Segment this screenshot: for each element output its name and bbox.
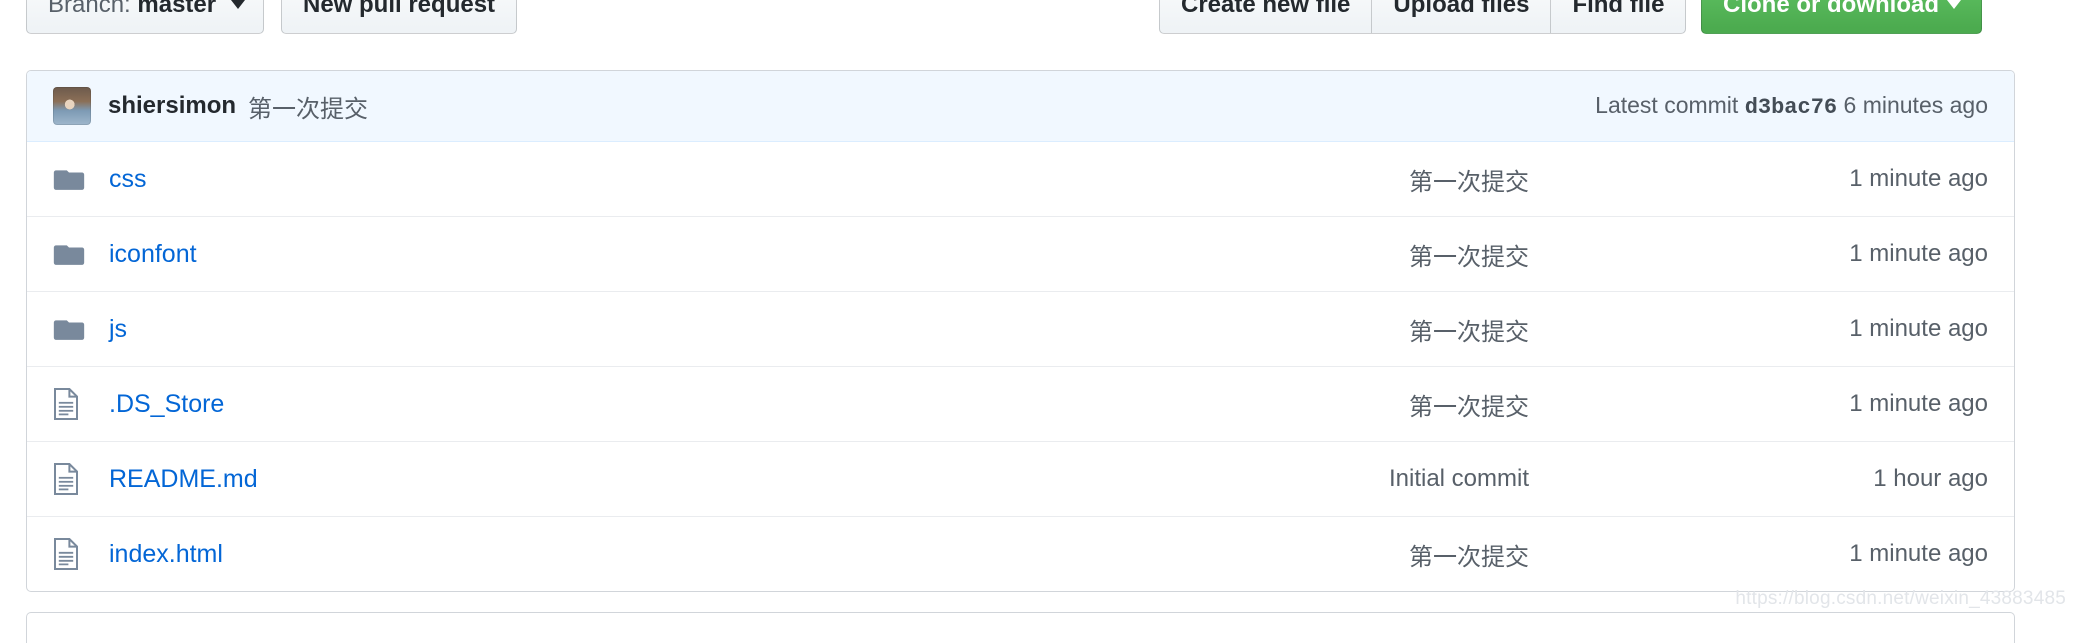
file-name-cell: README.md bbox=[53, 463, 889, 495]
file-age: 1 minute ago bbox=[1849, 540, 1988, 567]
branch-name: master bbox=[137, 0, 217, 18]
commit-age: 6 minutes ago bbox=[1843, 92, 1988, 118]
latest-commit-label: Latest commit bbox=[1595, 92, 1739, 118]
repo-action-button-group: Create new file Upload files Find file bbox=[1159, 0, 1687, 34]
branch-label: Branch: bbox=[48, 0, 131, 18]
file-link[interactable]: README.md bbox=[109, 465, 258, 494]
file-commit-message[interactable]: Initial commit bbox=[889, 465, 1535, 493]
chevron-down-icon bbox=[230, 0, 245, 9]
table-row[interactable]: css 第一次提交 1 minute ago bbox=[27, 142, 2014, 216]
table-row[interactable]: index.html 第一次提交 1 minute ago bbox=[27, 516, 2014, 591]
commit-author[interactable]: shiersimon bbox=[108, 92, 236, 120]
file-link[interactable]: index.html bbox=[109, 540, 223, 569]
file-commit-message[interactable]: 第一次提交 bbox=[889, 387, 1535, 422]
commit-sha[interactable]: d3bac76 bbox=[1745, 95, 1837, 120]
file-age: 1 minute ago bbox=[1849, 240, 1988, 267]
file-link[interactable]: .DS_Store bbox=[109, 390, 224, 419]
latest-commit-meta: Latest commit d3bac76 6 minutes ago bbox=[1595, 92, 1988, 120]
repo-toolbar: Branch: master New pull request Create n… bbox=[0, 0, 2088, 40]
file-rows: css 第一次提交 1 minute ago iconfont 第一次提交 1 … bbox=[27, 142, 2014, 591]
readme-container bbox=[26, 612, 2015, 643]
folder-icon bbox=[53, 166, 87, 192]
chevron-down-icon bbox=[1947, 0, 1961, 9]
file-name-cell: index.html bbox=[53, 538, 889, 570]
table-row[interactable]: js 第一次提交 1 minute ago bbox=[27, 291, 2014, 366]
file-icon bbox=[53, 538, 87, 570]
branch-selector-button[interactable]: Branch: master bbox=[26, 0, 264, 34]
create-new-file-button[interactable]: Create new file bbox=[1159, 0, 1372, 34]
file-link[interactable]: css bbox=[109, 165, 147, 194]
file-name-cell: iconfont bbox=[53, 240, 889, 269]
folder-icon bbox=[53, 316, 87, 342]
file-list-container: shiersimon 第一次提交 Latest commit d3bac76 6… bbox=[26, 70, 2015, 592]
folder-icon bbox=[53, 241, 87, 267]
repository-file-browser: Branch: master New pull request Create n… bbox=[0, 0, 2088, 643]
clone-or-download-label: Clone or download bbox=[1723, 0, 1939, 18]
file-age: 1 minute ago bbox=[1849, 315, 1988, 342]
file-age: 1 minute ago bbox=[1849, 390, 1988, 417]
file-name-cell: js bbox=[53, 315, 889, 344]
table-row[interactable]: README.md Initial commit 1 hour ago bbox=[27, 441, 2014, 516]
file-link[interactable]: js bbox=[109, 315, 127, 344]
file-commit-message[interactable]: 第一次提交 bbox=[889, 537, 1535, 572]
table-row[interactable]: .DS_Store 第一次提交 1 minute ago bbox=[27, 366, 2014, 441]
find-file-button[interactable]: Find file bbox=[1550, 0, 1687, 34]
avatar bbox=[53, 87, 91, 125]
latest-commit-bar: shiersimon 第一次提交 Latest commit d3bac76 6… bbox=[27, 71, 2014, 142]
table-row[interactable]: iconfont 第一次提交 1 minute ago bbox=[27, 216, 2014, 291]
file-commit-message[interactable]: 第一次提交 bbox=[889, 237, 1535, 272]
file-age: 1 minute ago bbox=[1849, 165, 1988, 192]
new-pull-request-button[interactable]: New pull request bbox=[281, 0, 518, 34]
watermark: https://blog.csdn.net/weixin_43883485 bbox=[1735, 588, 2066, 609]
file-age: 1 hour ago bbox=[1873, 465, 1988, 492]
file-commit-message[interactable]: 第一次提交 bbox=[889, 162, 1535, 197]
file-name-cell: .DS_Store bbox=[53, 388, 889, 420]
file-icon bbox=[53, 463, 87, 495]
file-link[interactable]: iconfont bbox=[109, 240, 197, 269]
file-icon bbox=[53, 388, 87, 420]
commit-message[interactable]: 第一次提交 bbox=[248, 89, 368, 124]
file-name-cell: css bbox=[53, 165, 889, 194]
file-commit-message[interactable]: 第一次提交 bbox=[889, 312, 1535, 347]
upload-files-button[interactable]: Upload files bbox=[1371, 0, 1551, 34]
clone-or-download-button[interactable]: Clone or download bbox=[1701, 0, 1982, 34]
